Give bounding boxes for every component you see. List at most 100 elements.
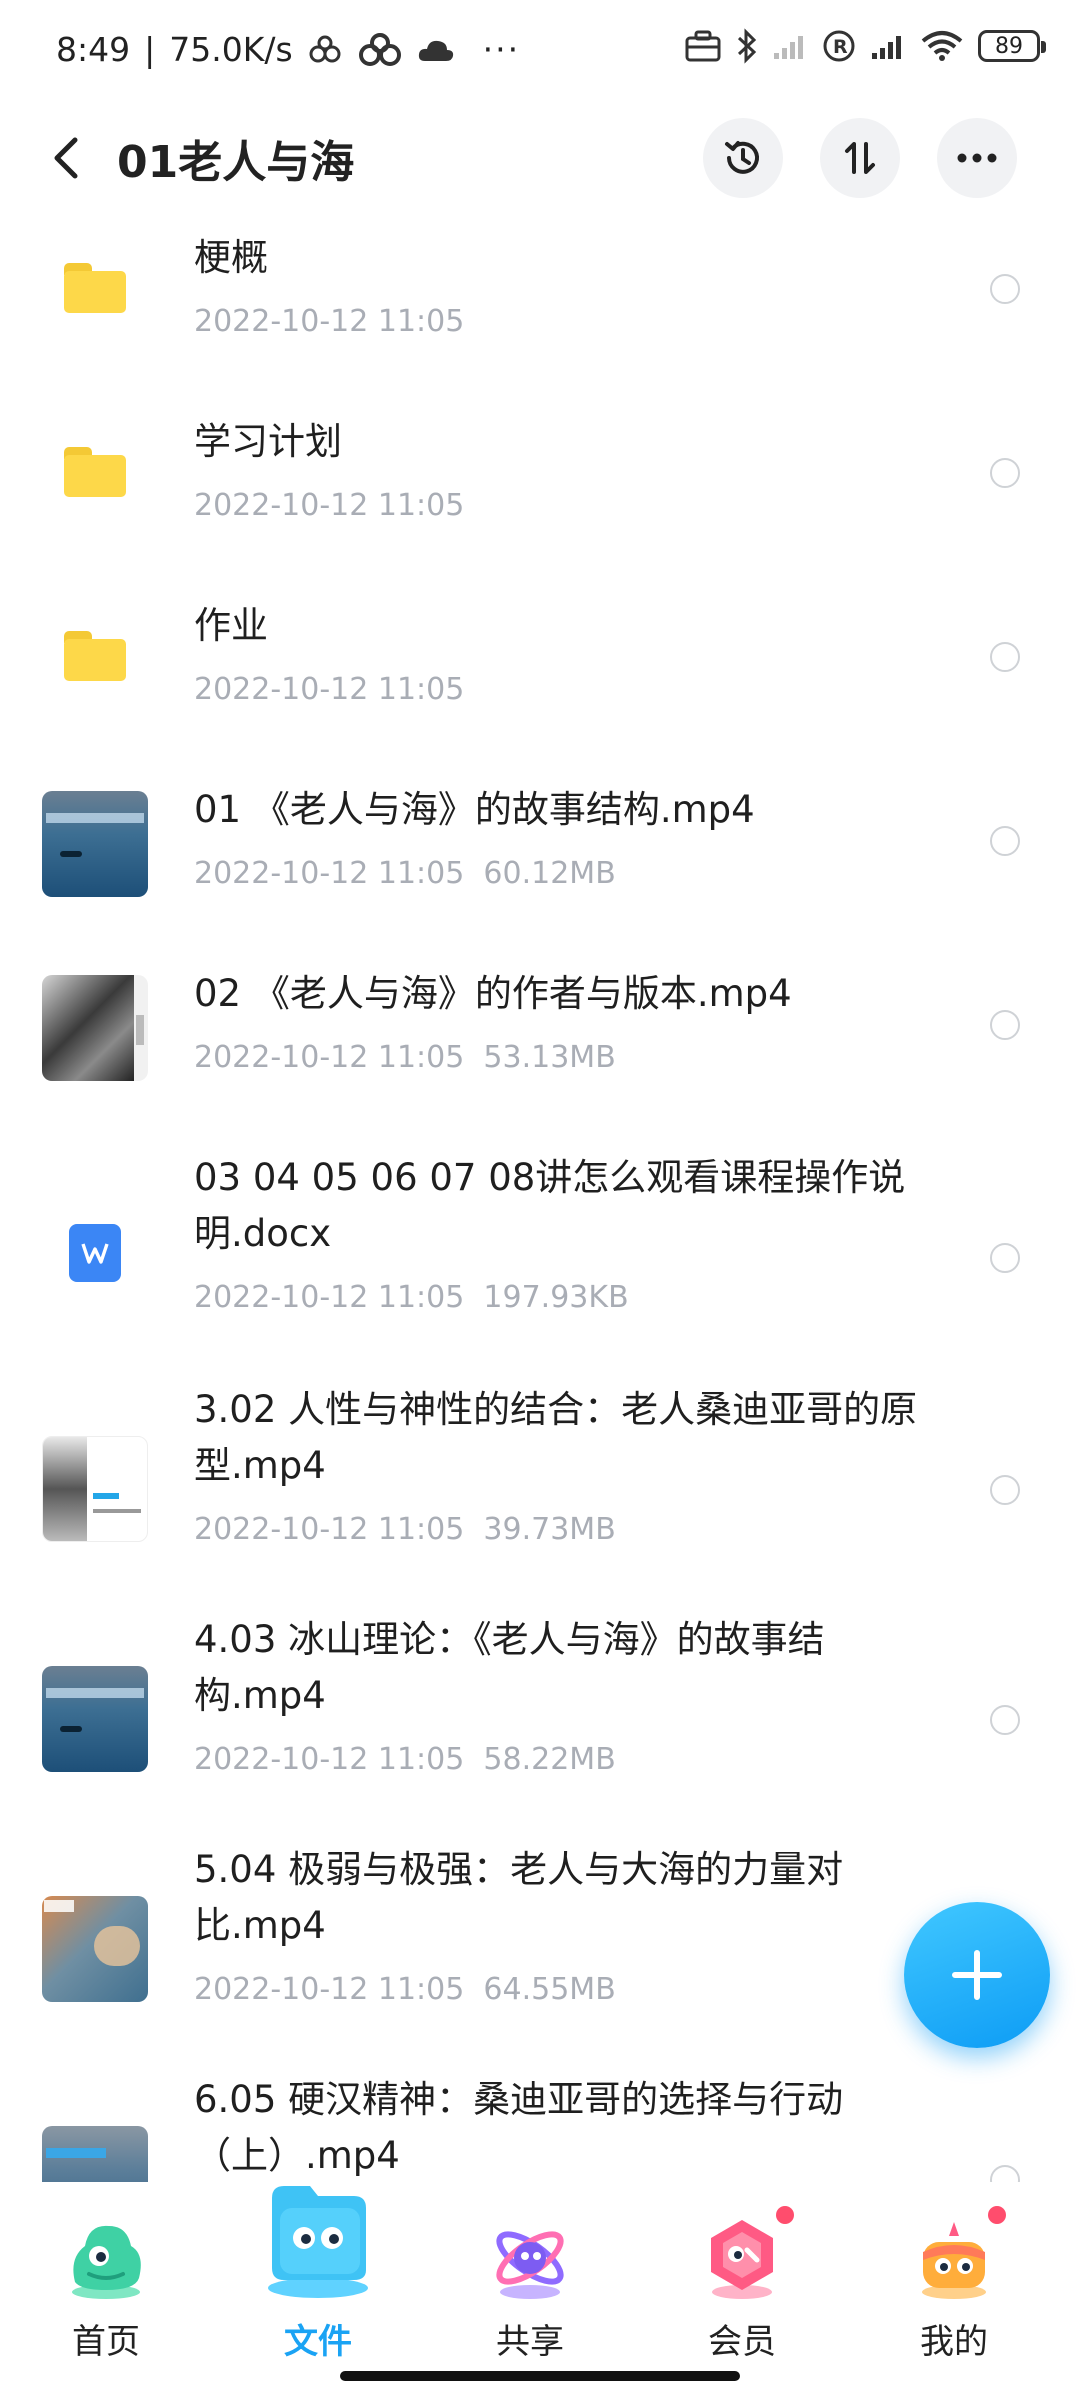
select-checkbox[interactable] (990, 1475, 1020, 1505)
more-indicator: ··· (482, 30, 521, 69)
file-date: 2022-10-12 11:05 (194, 672, 465, 707)
status-bar: 8:49 | 75.0K/s ··· R 89 (0, 0, 1080, 104)
file-name: 3.02 人性与神性的结合：老人桑迪亚哥的原型.mp4 (194, 1388, 918, 1487)
file-size: 64.55MB (483, 1972, 616, 2007)
list-item[interactable]: 3.02 人性与神性的结合：老人桑迪亚哥的原型.mp4 2022-10-12 1… (0, 1376, 1080, 1606)
list-item[interactable]: 01 《老人与海》的故事结构.mp4 2022-10-12 11:05 60.1… (0, 776, 1080, 960)
home-indicator[interactable] (340, 2371, 740, 2381)
notification-dot (776, 2206, 794, 2224)
list-item[interactable]: 03 04 05 06 07 08讲怎么观看课程操作说明.docx 2022-1… (0, 1144, 1080, 1376)
video-thumbnail (42, 791, 148, 897)
list-item[interactable]: 梗概 2022-10-12 11:05 (0, 224, 1080, 408)
list-item[interactable]: 6.05 硬汉精神：桑迪亚哥的选择与行动（上）.mp4 (0, 2066, 1080, 2182)
file-date: 2022-10-12 11:05 (194, 1040, 465, 1075)
file-date: 2022-10-12 11:05 (194, 1742, 465, 1777)
list-item[interactable]: 02 《老人与海》的作者与版本.mp4 2022-10-12 11:05 53.… (0, 960, 1080, 1144)
file-size: 53.13MB (483, 1040, 616, 1075)
nav-label: 会员 (708, 2322, 776, 2362)
file-meta: 2022-10-12 11:05 (194, 304, 464, 339)
file-name: 4.03 冰山理论：《老人与海》的故事结构.mp4 (194, 1618, 825, 1717)
battery-level: 89 (995, 33, 1023, 59)
file-date: 2022-10-12 11:05 (194, 1972, 465, 2007)
cloud-icon (418, 40, 453, 61)
link-icon (309, 35, 341, 62)
file-date: 2022-10-12 11:05 (194, 304, 465, 339)
file-name: 02 《老人与海》的作者与版本.mp4 (194, 972, 792, 1015)
file-meta: 2022-10-12 11:05 58.22MB (194, 1742, 616, 1777)
video-thumbnail (42, 1896, 148, 2002)
clock: 8:49 (56, 30, 131, 69)
page-title: 01老人与海 (117, 137, 355, 188)
nav-files[interactable]: 文件 (228, 2182, 408, 2382)
bottom-nav: 首页 文件 共享 会员 我的 (0, 2182, 1080, 2400)
files-icon (268, 2186, 368, 2298)
profile-icon (922, 2222, 986, 2299)
cloud-ring-icon (358, 32, 401, 66)
folder-icon (64, 263, 126, 313)
more-button[interactable] (937, 118, 1017, 198)
file-name: 学习计划 (194, 420, 342, 463)
network-speed: 75.0K/s (169, 30, 293, 69)
select-checkbox[interactable] (990, 642, 1020, 672)
header: 01老人与海 (0, 104, 1080, 224)
nav-vip[interactable]: 会员 (652, 2182, 832, 2382)
file-name: 6.05 硬汉精神：桑迪亚哥的选择与行动（上）.mp4 (194, 2078, 844, 2177)
home-icon (72, 2225, 141, 2299)
file-date: 2022-10-12 11:05 (194, 1512, 465, 1547)
select-checkbox[interactable] (990, 2165, 1020, 2182)
separator: | (144, 30, 156, 69)
signal-weak-icon (774, 36, 803, 59)
file-meta: 2022-10-12 11:05 53.13MB (194, 1040, 616, 1075)
sort-icon (845, 142, 875, 174)
status-right: R 89 (684, 28, 1046, 64)
add-button[interactable] (904, 1902, 1050, 2048)
roaming-icon: R (823, 30, 855, 62)
word-doc-icon (69, 1224, 121, 1282)
svg-text:R: R (833, 36, 848, 58)
back-button[interactable] (38, 130, 94, 186)
status-left: 8:49 | 75.0K/s ··· (56, 30, 520, 69)
nav-label: 文件 (284, 2322, 352, 2362)
history-icon (725, 141, 759, 174)
file-date: 2022-10-12 11:05 (194, 1280, 465, 1315)
more-icon (957, 153, 997, 163)
file-meta: 2022-10-12 11:05 64.55MB (194, 1972, 616, 2007)
vip-icon (711, 2220, 773, 2299)
list-item[interactable]: 作业 2022-10-12 11:05 (0, 592, 1080, 776)
file-size: 60.12MB (483, 856, 616, 891)
nav-share[interactable]: 共享 (440, 2182, 620, 2382)
select-checkbox[interactable] (990, 1705, 1020, 1735)
plus-icon (952, 1950, 1002, 2000)
sort-button[interactable] (820, 118, 900, 198)
file-size: 39.73MB (483, 1512, 616, 1547)
file-meta: 2022-10-12 11:05 60.12MB (194, 856, 616, 891)
file-name: 01 《老人与海》的故事结构.mp4 (194, 788, 755, 831)
select-checkbox[interactable] (990, 458, 1020, 488)
bluetooth-icon (737, 28, 757, 64)
share-icon (496, 2231, 564, 2299)
file-size: 58.22MB (483, 1742, 616, 1777)
history-button[interactable] (703, 118, 783, 198)
file-name: 作业 (194, 604, 268, 647)
select-checkbox[interactable] (990, 1010, 1020, 1040)
video-thumbnail (42, 2126, 148, 2182)
select-checkbox[interactable] (990, 274, 1020, 304)
nav-label: 共享 (496, 2322, 564, 2362)
video-thumbnail (42, 1436, 148, 1542)
nav-profile[interactable]: 我的 (864, 2182, 1044, 2382)
nav-home[interactable]: 首页 (16, 2182, 196, 2382)
list-item[interactable]: 4.03 冰山理论：《老人与海》的故事结构.mp4 2022-10-12 11:… (0, 1606, 1080, 1836)
file-name: 梗概 (194, 236, 268, 279)
folder-icon (64, 447, 126, 497)
file-meta: 2022-10-12 11:05 197.93KB (194, 1280, 629, 1315)
select-checkbox[interactable] (990, 826, 1020, 856)
select-checkbox[interactable] (990, 1243, 1020, 1273)
chevron-left-icon (54, 137, 78, 179)
file-size: 197.93KB (483, 1280, 629, 1315)
video-thumbnail (42, 1666, 148, 1772)
file-date: 2022-10-12 11:05 (194, 488, 465, 523)
w-letter-icon (81, 1243, 109, 1264)
list-item[interactable]: 学习计划 2022-10-12 11:05 (0, 408, 1080, 592)
file-name: 5.04 极弱与极强：老人与大海的力量对比.mp4 (194, 1848, 844, 1947)
nav-label: 我的 (920, 2322, 988, 2362)
